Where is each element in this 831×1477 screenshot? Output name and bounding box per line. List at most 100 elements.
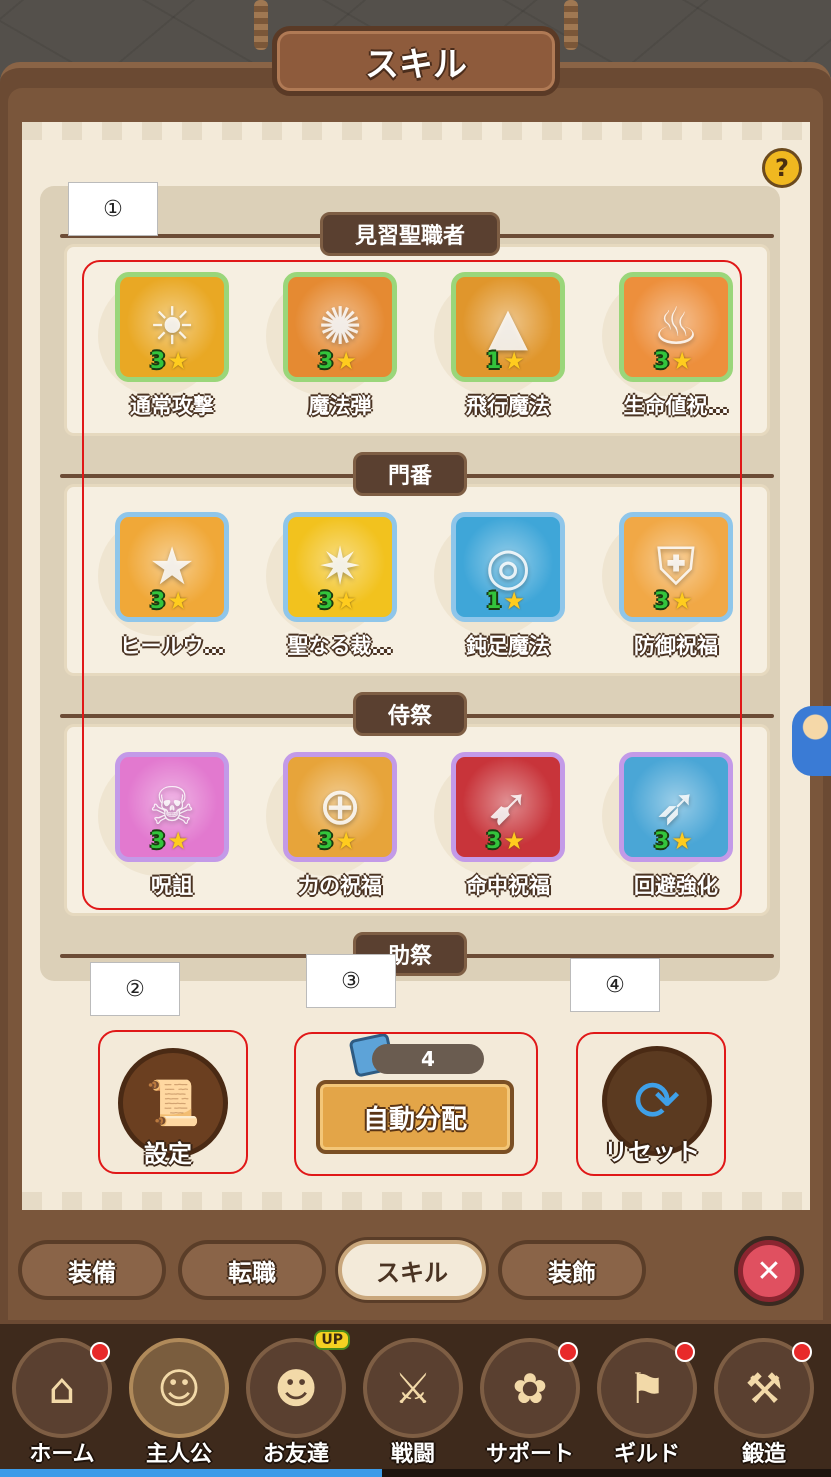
- skill-level-value: 3: [486, 828, 502, 854]
- star-icon: ★: [335, 587, 357, 615]
- nav-item[interactable]: ☻ UP お友達: [242, 1330, 350, 1468]
- section-title: 門番: [352, 452, 468, 496]
- skill-slot[interactable]: ◎ 1 ★ 鈍足魔法: [424, 508, 574, 668]
- skill-level-value: 3: [654, 588, 670, 614]
- nav-label: 鍛造: [741, 1442, 786, 1467]
- star-icon: ★: [671, 587, 693, 615]
- auto-allocate-label: 自動分配: [362, 1104, 467, 1135]
- skill-level: 3 ★: [318, 827, 357, 855]
- nav-item[interactable]: ⚔ 戦闘: [359, 1338, 467, 1468]
- skill-name: 命中祝福: [466, 874, 550, 898]
- annotation-number-4: ④: [570, 958, 660, 1012]
- annotation-3-label: ③: [341, 968, 361, 994]
- skill-slot[interactable]: ★ 3 ★ ヒールウ…: [88, 508, 238, 668]
- target-icon: ⊕ 3 ★: [283, 752, 397, 862]
- question-icon[interactable]: ?: [762, 148, 802, 188]
- skill-level-value: 3: [654, 828, 670, 854]
- up-badge: UP: [314, 1330, 350, 1350]
- annotation-number-1: ①: [68, 182, 158, 236]
- nav-label: ホーム: [29, 1442, 95, 1467]
- skill-level: 3 ★: [150, 827, 189, 855]
- star-icon: ★: [671, 347, 693, 375]
- skill-name: ヒールウ…: [119, 634, 225, 658]
- skill-name: 聖なる裁…: [287, 634, 393, 658]
- hero-icon: ☺: [129, 1338, 229, 1438]
- skill-slot[interactable]: ⛨ 3 ★ 防御祝福: [592, 508, 742, 668]
- skill-tree-scroll-area[interactable]: 見習聖職者 ☀ 3 ★ 通常攻撃 ✺ 3 ★ 魔法弾 ▲ 1 ★ 飛行魔法 ♨ 3 ★ 生命値祝… 門番 ★ 3 ★ ヒー…: [40, 186, 780, 981]
- winged-boot-icon: ➶ 3 ★: [619, 752, 733, 862]
- nav-item[interactable]: ⚒ 鍛造: [710, 1338, 818, 1468]
- tab-skill[interactable]: スキル: [338, 1240, 486, 1300]
- tab-job-change[interactable]: 転職: [178, 1240, 326, 1300]
- tab-accessory-label: 装飾: [548, 1258, 596, 1287]
- skill-name: 回避強化: [634, 874, 718, 898]
- notification-dot: [90, 1342, 110, 1362]
- skill-level: 1 ★: [486, 587, 525, 615]
- nav-item[interactable]: ✿ サポート: [476, 1338, 584, 1468]
- section-title: 見習聖職者: [319, 212, 501, 256]
- star-icon: ★: [167, 827, 189, 855]
- rope-left: [254, 0, 268, 50]
- side-character-peek: [792, 706, 831, 776]
- annotation-number-3: ③: [306, 954, 396, 1008]
- skill-level-value: 3: [654, 348, 670, 374]
- skill-slot[interactable]: ⊕ 3 ★ 力の祝福: [256, 748, 406, 908]
- skill-level-value: 3: [318, 828, 334, 854]
- star-icon: ★: [503, 587, 525, 615]
- notification-dot: [792, 1342, 812, 1362]
- section-title: 侍祭: [352, 692, 468, 736]
- skill-slot[interactable]: ☀ 3 ★ 通常攻撃: [88, 268, 238, 428]
- skill-level: 3 ★: [318, 587, 357, 615]
- nav-item[interactable]: ⚑ ギルド: [593, 1338, 701, 1468]
- tab-job-change-label: 転職: [228, 1258, 276, 1287]
- skill-slot[interactable]: ➹ 3 ★ 命中祝福: [424, 748, 574, 908]
- tab-skill-label: スキル: [376, 1258, 448, 1287]
- nav-item[interactable]: ⌂ ホーム: [8, 1338, 116, 1468]
- auto-allocate-button[interactable]: 自動分配: [316, 1080, 514, 1154]
- progress-fill: [0, 1469, 383, 1477]
- annotation-4-label: ④: [605, 972, 625, 998]
- skill-name: 鈍足魔法: [466, 634, 550, 658]
- skill-level: 3 ★: [486, 827, 525, 855]
- skill-slot[interactable]: ✷ 3 ★ 聖なる裁…: [256, 508, 406, 668]
- skill-level: 1 ★: [486, 347, 525, 375]
- tab-accessory[interactable]: 装飾: [498, 1240, 646, 1300]
- window-title: スキル: [365, 44, 467, 85]
- skill-level-value: 3: [150, 828, 166, 854]
- arrow-hit-icon: ➹ 3 ★: [451, 752, 565, 862]
- skill-slot[interactable]: ♨ 3 ★ 生命値祝…: [592, 268, 742, 428]
- skill-level: 3 ★: [150, 347, 189, 375]
- fireball-icon: ✺ 3 ★: [283, 272, 397, 382]
- refresh-arrows-icon: ⟳: [633, 1068, 681, 1134]
- tab-equipment[interactable]: 装備: [18, 1240, 166, 1300]
- tab-equipment-label: 装備: [68, 1258, 116, 1287]
- skill-level-value: 1: [486, 588, 502, 614]
- skill-name: 呪詛: [151, 874, 193, 898]
- star-icon: ★: [167, 347, 189, 375]
- friend-icon: ☻: [246, 1338, 346, 1438]
- skill-points-value: 4: [421, 1047, 435, 1071]
- triangle-rune-icon: ▲ 1 ★: [451, 272, 565, 382]
- swirl-icon: ◎ 1 ★: [451, 512, 565, 622]
- skill-name: 飛行魔法: [466, 394, 550, 418]
- bottom-navigation: ⌂ ホーム ☺ 主人公 ☻ UP お友達 ⚔ 戦闘 ✿ サポート ⚑ ギルド ⚒ 鍛造: [0, 1320, 831, 1477]
- skill-slot[interactable]: ➶ 3 ★ 回避強化: [592, 748, 742, 908]
- annotation-2-label: ②: [125, 976, 145, 1002]
- skill-slot[interactable]: ▲ 1 ★ 飛行魔法: [424, 268, 574, 428]
- shield-icon: ⛨ 3 ★: [619, 512, 733, 622]
- skill-level-value: 3: [150, 348, 166, 374]
- skill-points-count: 4: [372, 1044, 484, 1074]
- star-wand-icon: ★ 3 ★: [115, 512, 229, 622]
- skill-level-value: 3: [318, 588, 334, 614]
- skill-level-value: 3: [318, 348, 334, 374]
- star-icon: ★: [503, 827, 525, 855]
- skill-slot[interactable]: ✺ 3 ★ 魔法弾: [256, 268, 406, 428]
- skill-level: 3 ★: [654, 347, 693, 375]
- close-icon[interactable]: ✕: [738, 1240, 800, 1302]
- skill-slot[interactable]: ☠ 3 ★ 呪詛: [88, 748, 238, 908]
- holy-light-icon: ✷ 3 ★: [283, 512, 397, 622]
- nav-label: サポート: [485, 1442, 574, 1467]
- notification-dot: [558, 1342, 578, 1362]
- annotation-1-label: ①: [103, 196, 123, 222]
- nav-item[interactable]: ☺ 主人公: [125, 1338, 233, 1468]
